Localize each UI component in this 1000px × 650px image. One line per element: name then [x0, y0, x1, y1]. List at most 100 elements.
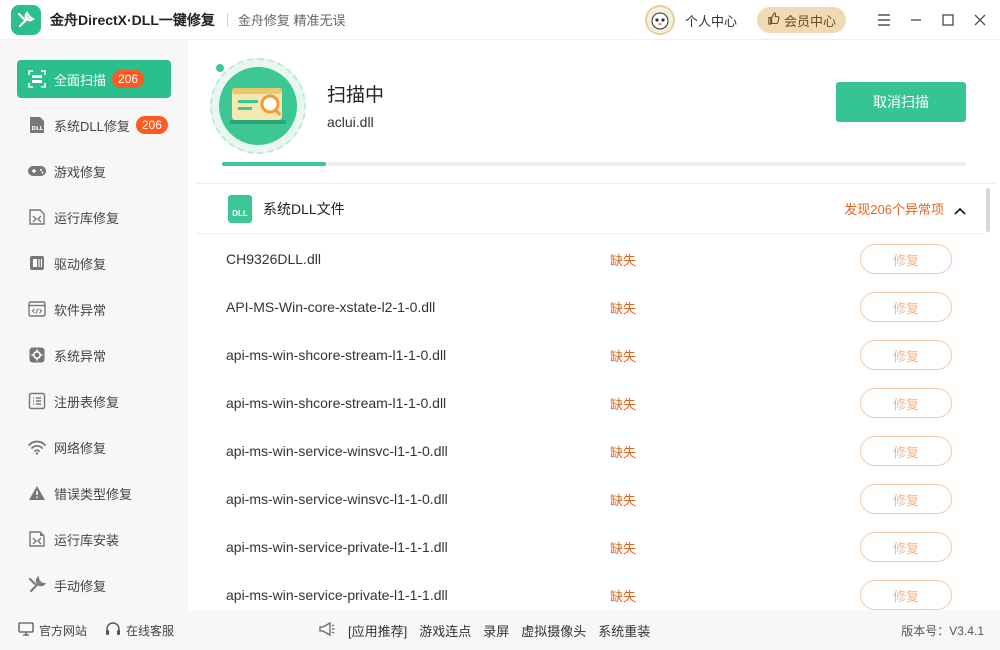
sidebar-item-runtime-repair[interactable]: 运行库修复 [17, 198, 171, 236]
sidebar-item-software-error[interactable]: 软件异常 [17, 290, 171, 328]
decor-dot [216, 64, 224, 72]
sidebar-item-label: 注册表修复 [54, 394, 120, 410]
result-list: DLL 系统DLL文件 发现206个异常项 CH9326DLL.dll 缺失 修复 A… [196, 183, 996, 610]
scan-status-icon [210, 58, 306, 154]
sidebar-item-label: 全面扫描 [54, 72, 107, 88]
sidebar-item-label: 系统异常 [54, 348, 107, 364]
list-item: api-ms-win-service-private-l1-1-1.dll 缺失 修… [196, 571, 986, 610]
sidebar-item-label: 运行库安装 [54, 532, 120, 548]
dll-rows: CH9326DLL.dll 缺失 修复 API-MS-Win-core-xstate-… [196, 235, 986, 610]
sidebar-item-label: 运行库修复 [54, 210, 120, 226]
list-item: API-MS-Win-core-xstate-l2-1-0.dll 缺失 修复 [196, 283, 986, 331]
online-service-label: 在线客服 [126, 623, 175, 638]
minimize-icon[interactable] [900, 0, 932, 40]
dll-file-name: api-ms-win-service-private-l1-1-1.dll [226, 539, 448, 555]
gear-icon [27, 345, 47, 365]
sidebar-item-driver[interactable]: 驱动修复 [17, 244, 171, 282]
group-title: 系统DLL文件 [263, 200, 345, 217]
repair-button[interactable]: 修复 [860, 484, 952, 514]
footer-link-virtual-camera[interactable]: 虚拟摄像头 [521, 621, 586, 640]
sidebar-item-label: 错误类型修复 [54, 486, 133, 502]
menu-icon[interactable] [868, 0, 900, 40]
monitor-icon [18, 621, 34, 639]
sidebar-item-system-dll[interactable]: DLL 系统DLL修复 206 [17, 106, 171, 144]
vs-runtime-icon [27, 207, 47, 227]
main-panel: 扫描中 aclui.dll 取消扫描 DLL 系统DLL文件 发现206个异常项… [196, 40, 996, 610]
sidebar-item-runtime-install[interactable]: 运行库安装 [17, 520, 171, 558]
dll-icon: DLL [27, 115, 47, 135]
repair-button[interactable]: 修复 [860, 340, 952, 370]
official-site-label: 官方网站 [39, 623, 88, 638]
warning-icon [27, 483, 47, 503]
app-slogan: 金舟修复 精准无误 [237, 13, 346, 28]
footer-link-screen-record[interactable]: 录屏 [483, 621, 509, 640]
thumbs-up-icon [767, 12, 780, 28]
sidebar-item-label: 系统DLL修复 [54, 118, 130, 134]
repair-button[interactable]: 修复 [860, 580, 952, 610]
app-title: 金舟DirectX·DLL一键修复 [50, 11, 215, 28]
list-item: api-ms-win-service-winsvc-l1-1-0.dll 缺失 修复 [196, 427, 986, 475]
online-service-link[interactable]: 在线客服 [105, 621, 174, 640]
chevron-up-icon[interactable] [954, 202, 966, 220]
sidebar-item-full-scan[interactable]: 全面扫描 206 [17, 60, 171, 98]
list-item: api-ms-win-service-winsvc-l1-1-0.dll 缺失 修复 [196, 475, 986, 523]
recommend-label: [应用推荐] [348, 623, 408, 639]
scan-progress-fill [222, 162, 327, 166]
sidebar: 全面扫描 206 DLL 系统DLL修复 206 游戏修复 运行库修复 驱动修复… [0, 40, 188, 610]
count-badge: 206 [135, 116, 168, 134]
repair-button[interactable]: 修复 [860, 388, 952, 418]
status-badge: 缺失 [610, 396, 637, 412]
repair-button[interactable]: 修复 [860, 436, 952, 466]
vip-center-label: 会员中心 [783, 13, 836, 29]
sidebar-item-registry[interactable]: 注册表修复 [17, 382, 171, 420]
title-bar: 金舟DirectX·DLL一键修复 金舟修复 精准无误 个人中心 会员中心 [0, 0, 1000, 40]
sidebar-item-game[interactable]: 游戏修复 [17, 152, 171, 190]
repair-button[interactable]: 修复 [860, 244, 952, 274]
list-item: CH9326DLL.dll 缺失 修复 [196, 235, 986, 283]
sidebar-item-label: 手动修复 [54, 578, 107, 594]
maximize-icon[interactable] [932, 0, 964, 40]
cancel-scan-button[interactable]: 取消扫描 [836, 82, 966, 122]
list-icon [27, 391, 47, 411]
personal-center-link[interactable]: 个人中心 [685, 11, 737, 30]
count-badge: 206 [112, 70, 145, 88]
status-badge: 缺失 [610, 252, 637, 268]
sidebar-item-label: 软件异常 [54, 302, 107, 318]
dll-file-name: api-ms-win-shcore-stream-l1-1-0.dll [226, 395, 447, 411]
dll-file-name: api-ms-win-shcore-stream-l1-1-0.dll [226, 347, 447, 363]
close-icon[interactable] [964, 0, 996, 40]
vip-center-button[interactable]: 会员中心 [756, 7, 846, 33]
repair-button[interactable]: 修复 [860, 532, 952, 562]
scan-current-file: aclui.dll [327, 114, 374, 130]
gamepad-icon [27, 161, 47, 181]
dll-file-name: api-ms-win-service-winsvc-l1-1-0.dll [226, 443, 448, 459]
title-divider [226, 12, 228, 27]
sidebar-item-label: 驱动修复 [54, 256, 107, 272]
sidebar-item-system-error[interactable]: 系统异常 [17, 336, 171, 374]
driver-icon [27, 253, 47, 273]
recommend-bar: [应用推荐] 游戏连点 录屏 虚拟摄像头 系统重装 [318, 621, 650, 640]
footer-link-auto-clicker[interactable]: 游戏连点 [419, 621, 471, 640]
dll-file-name: api-ms-win-service-winsvc-l1-1-0.dll [226, 491, 448, 507]
sidebar-item-label: 网络修复 [54, 440, 107, 456]
sidebar-item-manual[interactable]: 手动修复 [17, 566, 171, 604]
avatar[interactable] [644, 5, 675, 35]
status-badge: 缺失 [610, 492, 637, 508]
repair-button[interactable]: 修复 [860, 292, 952, 322]
scrollbar[interactable] [986, 188, 990, 232]
scan-progress-bar [222, 162, 966, 166]
official-site-link[interactable]: 官方网站 [18, 621, 88, 639]
group-header-system-dll[interactable]: DLL 系统DLL文件 发现206个异常项 [196, 184, 986, 234]
version-label: 版本号：V3.4.1 [901, 623, 984, 638]
footer-link-system-reinstall[interactable]: 系统重装 [598, 621, 650, 640]
dll-file-icon: DLL [228, 194, 252, 223]
status-badge: 缺失 [610, 540, 637, 556]
megaphone-icon [318, 621, 336, 640]
scan-header: 扫描中 aclui.dll 取消扫描 [196, 40, 996, 182]
sidebar-item-error-type[interactable]: 错误类型修复 [17, 474, 171, 512]
status-badge: 缺失 [610, 588, 637, 604]
headset-icon [105, 621, 121, 640]
sidebar-item-network[interactable]: 网络修复 [17, 428, 171, 466]
dll-file-name: CH9326DLL.dll [226, 251, 321, 267]
status-badge: 缺失 [610, 444, 637, 460]
